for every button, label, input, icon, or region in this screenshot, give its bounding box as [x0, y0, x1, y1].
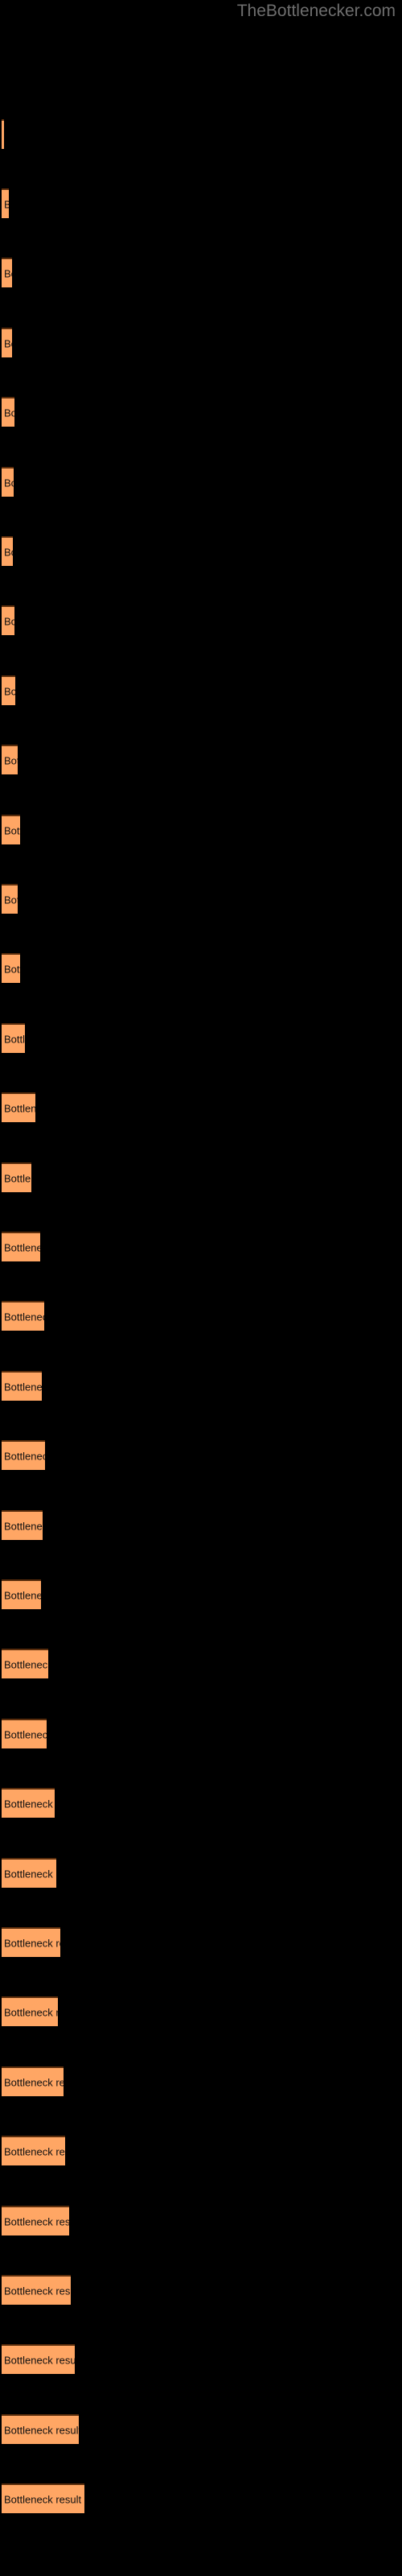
bar-label: Bottleneck result: [4, 1241, 40, 1253]
bar-label: Bottleneck result: [4, 337, 12, 349]
bar-label: Bottleneck result: [4, 2285, 71, 2297]
bar-label: Bottleneck result: [4, 2006, 58, 2018]
bar-19: Bottleneck result: [2, 1371, 42, 1401]
bars-layer: Bottleneck result Bottleneck result Bottle…: [0, 0, 402, 2576]
bar-label: Bottleneck result: [4, 477, 14, 489]
bar-1: Bottleneck result: [2, 119, 4, 149]
bar-29: Bottleneck result: [2, 2066, 64, 2096]
bar-3: Bottleneck result: [2, 258, 12, 287]
bar-label: Bottleneck result: [4, 2424, 79, 2436]
bar-label: Bottleneck result: [4, 1311, 44, 1323]
bar-label: Bottleneck result: [4, 2145, 65, 2157]
bar-8: Bottleneck result: [2, 605, 14, 635]
bar-label: Bottleneck result: [4, 199, 9, 209]
bar-label: Bottleneck result: [4, 2493, 82, 2505]
bar-6: Bottleneck result: [2, 467, 14, 497]
bar-28: Bottleneck result: [2, 1996, 58, 2026]
bar-13: Bottleneck result: [2, 953, 20, 983]
bar-label: Bottleneck result: [4, 2354, 75, 2366]
bar-12: Bottleneck result: [2, 884, 18, 914]
bar-4: Bottleneck result: [2, 328, 12, 357]
bar-23: Bottleneck result: [2, 1649, 48, 1678]
bar-label: Bottleneck result: [4, 1937, 60, 1949]
bar-label: Bottleneck result: [4, 1658, 48, 1670]
bar-24: Bottleneck result: [2, 1719, 47, 1748]
bar-label: Bottleneck result: [4, 1520, 43, 1532]
bar-20: Bottleneck result: [2, 1440, 45, 1470]
bar-10: Bottleneck result: [2, 745, 18, 774]
bar-9: Bottleneck result: [2, 675, 15, 705]
bar-31: Bottleneck result: [2, 2206, 69, 2235]
bar-label: Bottleneck result: [4, 615, 14, 627]
bar-label: Bottleneck result: [4, 824, 20, 836]
bar-16: Bottleneck result: [2, 1162, 31, 1192]
bar-label: Bottleneck result: [4, 685, 15, 697]
bar-22: Bottleneck result: [2, 1579, 41, 1609]
bar-label: Bottleneck result: [4, 963, 20, 975]
bar-15: Bottleneck result: [2, 1092, 35, 1122]
bar-5: Bottleneck result: [2, 397, 14, 427]
bar-32: Bottleneck result: [2, 2275, 71, 2305]
bar-35: Bottleneck result: [2, 2483, 84, 2513]
bar-label: Bottleneck result: [4, 894, 18, 906]
bar-label: Bottleneck result: [4, 1868, 56, 1880]
bar-label: Bottleneck result: [4, 1102, 35, 1114]
bar-label: Bottleneck result: [4, 1172, 31, 1184]
bar-17: Bottleneck result: [2, 1232, 40, 1261]
bar-26: Bottleneck result: [2, 1858, 56, 1888]
bar-label: Bottleneck result: [4, 1450, 45, 1462]
bar-label: Bottleneck result: [4, 1798, 55, 1810]
bar-21: Bottleneck result: [2, 1510, 43, 1540]
bar-27: Bottleneck result: [2, 1927, 60, 1957]
bar-30: Bottleneck result: [2, 2136, 65, 2165]
bar-label: Bottleneck result: [4, 2215, 69, 2227]
bar-label: Bottleneck result: [4, 407, 14, 419]
bar-label: Bottleneck result: [4, 2076, 64, 2088]
bar-25: Bottleneck result: [2, 1788, 55, 1818]
bar-7: Bottleneck result: [2, 536, 13, 566]
bar-18: Bottleneck result: [2, 1301, 44, 1331]
bar-label: Bottleneck result: [4, 754, 18, 766]
bar-label: Bottleneck result: [4, 1589, 41, 1601]
bar-label: Bottleneck result: [4, 1728, 47, 1740]
bottleneck-bar-chart: TheBottlenecker.com Bottleneck resultBot…: [0, 0, 402, 2576]
bar-33: Bottleneck result: [2, 2344, 75, 2374]
bar-label: Bottleneck result: [4, 267, 12, 279]
bar-34: Bottleneck result: [2, 2414, 79, 2444]
bar-label: Bottleneck result: [4, 546, 13, 558]
bar-label: Bottleneck result: [4, 1033, 25, 1045]
bar-11: Bottleneck result: [2, 815, 20, 844]
bar-2: Bottleneck result: [2, 188, 9, 218]
bar-14: Bottleneck result: [2, 1023, 25, 1053]
bar-label: Bottleneck result: [4, 1381, 42, 1393]
